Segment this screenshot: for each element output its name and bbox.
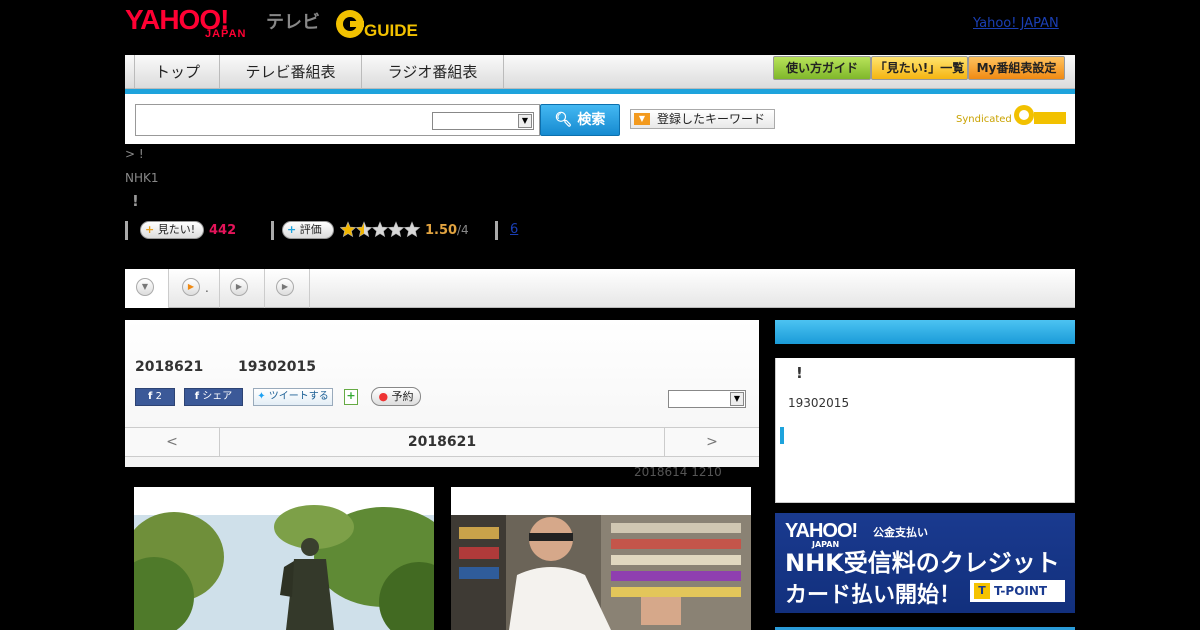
tab-radio-schedule[interactable]: ラジオ番組表 <box>362 55 504 89</box>
search-category-select[interactable]: ▼ <box>432 112 534 130</box>
chevron-down-icon: ▼ <box>730 392 744 406</box>
banner-headline-2: カード払い開始！ <box>785 583 962 608</box>
rating-stars <box>339 221 422 242</box>
tpoint-badge: T T-POINT <box>970 580 1065 602</box>
rate-button[interactable]: + 評価 <box>282 221 334 239</box>
next-day-button[interactable]: > <box>664 428 759 456</box>
breadcrumb[interactable]: > ! <box>125 147 144 161</box>
channel-name: NHK1 <box>125 171 159 185</box>
side-panel-time: 19302015 <box>788 396 850 410</box>
want-button-label: 見たい! <box>157 223 196 236</box>
divider <box>125 221 128 240</box>
tab-2-label: . <box>205 281 209 295</box>
facebook-share-button[interactable]: f シェア <box>184 388 243 406</box>
want-count: 442 <box>209 223 237 238</box>
side-panel-accent <box>780 427 784 444</box>
air-time: 19302015 <box>238 359 316 375</box>
side-panel-title: ! <box>796 364 803 382</box>
gguide-logo-text: GUIDE <box>364 21 418 40</box>
add-to-calendar-icon[interactable]: + <box>344 389 358 405</box>
yahoo-japan-logo[interactable]: YAHOO! JAPAN <box>125 6 265 42</box>
banner-brand-subtitle: 公金支払い <box>873 526 928 539</box>
registered-keywords-label: 登録したキーワード <box>657 112 766 126</box>
tab-tv-schedule[interactable]: テレビ番組表 <box>220 55 362 89</box>
current-day-label: 2018621 <box>407 434 477 450</box>
my-schedule-settings-button[interactable]: My番組表設定 <box>968 56 1065 80</box>
program-thumbnail-1[interactable] <box>134 487 434 630</box>
review-count-link[interactable]: 6 <box>510 222 518 237</box>
tweet-label: ツイートする <box>268 391 329 402</box>
registered-keywords-button[interactable]: ▼ 登録したキーワード <box>630 109 775 129</box>
side-panel-header <box>775 320 1075 344</box>
divider <box>495 221 498 240</box>
program-thumbnail-2[interactable] <box>451 487 751 630</box>
record-dot-icon: ● <box>378 390 389 403</box>
yahoo-japan-link[interactable]: Yahoo! JAPAN <box>973 16 1059 31</box>
dropdown-arrow-icon: ▼ <box>634 113 650 125</box>
twitter-bird-icon: ✦ <box>257 391 266 402</box>
tpoint-icon: T <box>974 583 990 599</box>
reserve-button[interactable]: ● 予約 <box>371 387 421 406</box>
rating-star-icon <box>355 221 373 238</box>
rating-star-icon <box>371 221 389 238</box>
chevron-down-icon: ▼ <box>518 114 532 128</box>
date-navigation: < 2018621 > <box>125 427 759 457</box>
search-icon: 🔍︎ <box>554 112 573 128</box>
want-button[interactable]: + 見たい! <box>140 221 204 239</box>
play-icon: ▶ <box>182 278 200 296</box>
banner-headline-1: NHK受信料のクレジット <box>785 549 1060 577</box>
tv-label: テレビ <box>266 12 320 33</box>
tweet-button[interactable]: ✦ ツイートする <box>253 388 333 406</box>
gguide-logo-graphic: GUIDE <box>336 10 418 40</box>
search-button-label: 検索 <box>577 112 606 128</box>
rating-value: 1.50 <box>425 223 458 238</box>
syndicated-gguide-logo: Syndicated <box>956 104 1068 128</box>
air-date: 2018621 <box>135 359 204 375</box>
facebook-icon: f <box>194 391 200 402</box>
last-updated: 2018614 1210 <box>634 465 722 479</box>
divider <box>271 221 274 240</box>
facebook-icon: f <box>148 391 153 402</box>
rate-button-label: 評価 <box>299 223 322 236</box>
usage-guide-button[interactable]: 使い方ガイド <box>773 56 871 80</box>
gguide-logo[interactable]: GUIDE <box>334 6 434 42</box>
chevron-down-icon: ▼ <box>136 278 154 296</box>
previous-day-button[interactable]: < <box>125 428 220 456</box>
program-tabstrip: ▼ ▶ . ▶ ▶ <box>125 269 1075 308</box>
rating-star-icon <box>403 221 421 238</box>
yahoo-logo-subtext: JAPAN <box>205 28 247 40</box>
tab-section-4[interactable]: ▶ <box>265 269 310 308</box>
facebook-share-label: シェア <box>202 391 233 402</box>
facebook-count: 2 <box>155 391 162 402</box>
tab-top[interactable]: トップ <box>136 55 220 89</box>
want-list-button[interactable]: 「見たい!」一覧 <box>871 56 968 80</box>
nav-edge <box>125 55 135 89</box>
tab-section-2[interactable]: ▶ . <box>169 269 220 308</box>
facebook-like-button[interactable]: f 2 <box>135 388 175 406</box>
program-title: ! <box>132 192 139 210</box>
plus-icon: + <box>145 223 155 236</box>
plus-icon: + <box>287 223 297 236</box>
search-button[interactable]: 🔍︎ 検索 <box>540 104 620 136</box>
syndicated-text: Syndicated <box>956 114 1012 125</box>
play-icon: ▶ <box>230 278 248 296</box>
rating-star-icon <box>339 221 357 238</box>
detail-select[interactable]: ▼ <box>668 390 746 408</box>
rating-max: /4 <box>457 223 469 237</box>
tpoint-label: T-POINT <box>994 584 1048 598</box>
tab-section-3[interactable]: ▶ <box>220 269 265 308</box>
statue-image <box>134 487 434 630</box>
rating-star-icon <box>387 221 405 238</box>
shop-image <box>451 487 751 630</box>
side-panel-subheader <box>775 344 1075 358</box>
tab-overview[interactable]: ▼ <box>125 269 169 308</box>
play-icon: ▶ <box>276 278 294 296</box>
reserve-label: 予約 <box>391 390 414 403</box>
